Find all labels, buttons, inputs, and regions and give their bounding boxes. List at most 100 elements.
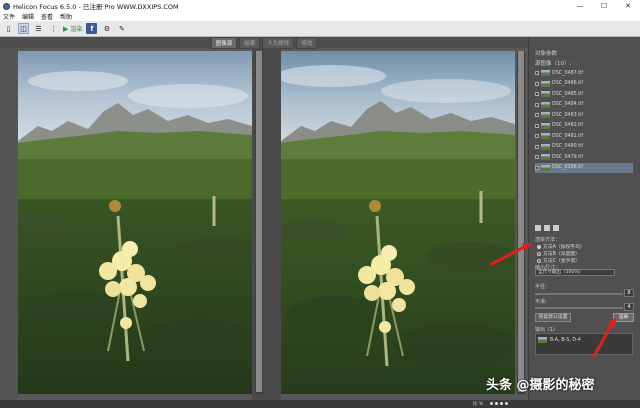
checkbox[interactable] bbox=[535, 144, 539, 149]
status-bar: 比 % bbox=[0, 400, 640, 408]
panel-tools bbox=[535, 225, 562, 231]
thumbnail bbox=[541, 143, 550, 150]
settings-icon[interactable]: ⚙ bbox=[101, 23, 112, 34]
thumbnail bbox=[541, 91, 550, 98]
checkbox[interactable] bbox=[535, 165, 539, 170]
checkbox[interactable] bbox=[535, 155, 539, 160]
file-name: DSC_0482.tif bbox=[552, 123, 584, 129]
view-tabs: 图像源 结果 人为修饰 修改 bbox=[0, 36, 528, 49]
source-scrollbar[interactable] bbox=[255, 51, 263, 394]
new-file-icon[interactable]: ▯ bbox=[3, 23, 14, 34]
source-scrollbar-thumb[interactable] bbox=[256, 51, 262, 392]
menu-help[interactable]: 帮助 bbox=[60, 12, 72, 21]
zoom-dot bbox=[490, 402, 493, 405]
wand-icon[interactable]: ✎ bbox=[116, 23, 127, 34]
checkbox[interactable] bbox=[535, 92, 539, 97]
delete-icon[interactable] bbox=[553, 225, 559, 231]
checkbox[interactable] bbox=[535, 102, 539, 107]
method-a-radio[interactable]: 方法A（加权平均） bbox=[537, 243, 585, 250]
output-item-label: B-A, B-S, D-4 bbox=[550, 337, 581, 343]
file-icon[interactable] bbox=[535, 225, 541, 231]
radio-dot bbox=[537, 258, 541, 263]
list-item-selected[interactable]: DSC_0398.tif bbox=[535, 162, 633, 173]
list-item[interactable]: DSC_0487.tif bbox=[535, 68, 633, 79]
batch-icon[interactable]: ⋮ bbox=[48, 23, 59, 34]
result-scrollbar-thumb[interactable] bbox=[518, 51, 524, 392]
list-item[interactable]: DSC_0480.tif bbox=[535, 142, 633, 153]
source-file-list: DSC_0487.tif DSC_0486.tif DSC_0485.tif D… bbox=[535, 68, 633, 173]
file-name: DSC_0398.tif bbox=[552, 165, 584, 171]
list-item[interactable]: DSC_0479.tif bbox=[535, 152, 633, 163]
tab-source[interactable]: 图像源 bbox=[210, 36, 238, 49]
checkbox[interactable] bbox=[535, 81, 539, 86]
radio-dot bbox=[537, 244, 541, 249]
method-b-label: 方法B（深度图） bbox=[543, 252, 580, 257]
downsize-select[interactable]: 全尺寸输出（100%） bbox=[535, 269, 615, 276]
file-name: DSC_0485.tif bbox=[552, 91, 584, 97]
list-item[interactable]: DSC_0481.tif bbox=[535, 131, 633, 142]
list-view-icon[interactable]: ☰ bbox=[33, 23, 44, 34]
method-c-radio[interactable]: 方法C（金字塔） bbox=[537, 257, 580, 264]
list-item[interactable]: DSC_0486.tif bbox=[535, 79, 633, 90]
list-item[interactable]: DSC_0485.tif bbox=[535, 89, 633, 100]
method-b-radio[interactable]: 方法B（深度图） bbox=[537, 250, 580, 257]
tab-modify[interactable]: 修改 bbox=[296, 36, 318, 49]
thumbnail bbox=[541, 80, 550, 87]
output-item[interactable]: B-A, B-S, D-4 bbox=[538, 337, 581, 343]
smoothing-slider[interactable] bbox=[535, 307, 623, 309]
thumbnail bbox=[541, 70, 550, 77]
window-controls: — ☐ ✕ bbox=[568, 0, 640, 12]
result-preview-image bbox=[281, 51, 515, 394]
facebook-icon[interactable]: f bbox=[86, 23, 98, 34]
list-item[interactable]: DSC_0484.tif bbox=[535, 100, 633, 111]
zoom-dot bbox=[500, 402, 503, 405]
render-method-label: 渲染方法： bbox=[535, 237, 561, 243]
tab-result[interactable]: 结果 bbox=[239, 36, 261, 49]
source-preview[interactable] bbox=[18, 51, 252, 394]
radius-field[interactable]: 8 bbox=[624, 289, 634, 297]
minimize-button[interactable]: — bbox=[568, 0, 592, 12]
copy-icon[interactable] bbox=[544, 225, 550, 231]
render-button[interactable]: ▶ 渲染 bbox=[63, 23, 82, 34]
zoom-label: 比 % bbox=[473, 402, 484, 407]
file-name: DSC_0481.tif bbox=[552, 133, 584, 139]
list-item[interactable]: DSC_0482.tif bbox=[535, 121, 633, 132]
result-scrollbar[interactable] bbox=[517, 51, 525, 394]
zoom-slider[interactable] bbox=[490, 402, 510, 405]
maximize-button[interactable]: ☐ bbox=[592, 0, 616, 12]
list-item[interactable]: DSC_0483.tif bbox=[535, 110, 633, 121]
menu-file[interactable]: 文件 bbox=[3, 12, 15, 21]
file-name: DSC_0480.tif bbox=[552, 144, 584, 150]
output-label: 输出（1） bbox=[535, 327, 559, 333]
annotation-arrow-method bbox=[489, 243, 532, 267]
split-view-icon[interactable]: ◫ bbox=[18, 23, 29, 34]
menu-edit[interactable]: 编辑 bbox=[22, 12, 34, 21]
checkbox[interactable] bbox=[535, 71, 539, 76]
smoothing-field[interactable]: 4 bbox=[624, 303, 634, 311]
checkbox[interactable] bbox=[535, 123, 539, 128]
render-button-label: 渲染 bbox=[70, 26, 83, 33]
thumbnail bbox=[541, 164, 550, 171]
zoom-dot bbox=[495, 402, 498, 405]
restore-defaults-button[interactable]: 恢复默认设置 bbox=[535, 313, 571, 322]
menu-view[interactable]: 查看 bbox=[41, 12, 53, 21]
checkbox[interactable] bbox=[535, 134, 539, 139]
source-preview-image bbox=[18, 51, 252, 394]
parameters-panel: 对象参数 源图像（10）: DSC_0487.tif DSC_0486.tif … bbox=[528, 37, 640, 400]
tab-retouch[interactable]: 人为修饰 bbox=[262, 36, 295, 49]
workspace: 图像源 结果 人为修饰 修改 对象参数 源图像（10）: DSC_0487.ti… bbox=[0, 36, 640, 408]
left-strip bbox=[0, 48, 18, 400]
radius-slider[interactable] bbox=[535, 293, 623, 295]
method-a-label: 方法A（加权平均） bbox=[543, 245, 585, 250]
panel-title: 对象参数 bbox=[535, 51, 558, 57]
menu-bar: 文件 编辑 查看 帮助 bbox=[0, 12, 640, 21]
watermark: 头条 @摄影的秘密 bbox=[486, 378, 595, 393]
file-name: DSC_0484.tif bbox=[552, 102, 584, 108]
play-icon: ▶ bbox=[63, 24, 69, 33]
result-preview[interactable] bbox=[281, 51, 515, 394]
close-button[interactable]: ✕ bbox=[616, 0, 640, 12]
checkbox[interactable] bbox=[535, 113, 539, 118]
thumbnail bbox=[541, 122, 550, 129]
method-c-label: 方法C（金字塔） bbox=[543, 259, 580, 264]
app-icon bbox=[3, 2, 10, 10]
